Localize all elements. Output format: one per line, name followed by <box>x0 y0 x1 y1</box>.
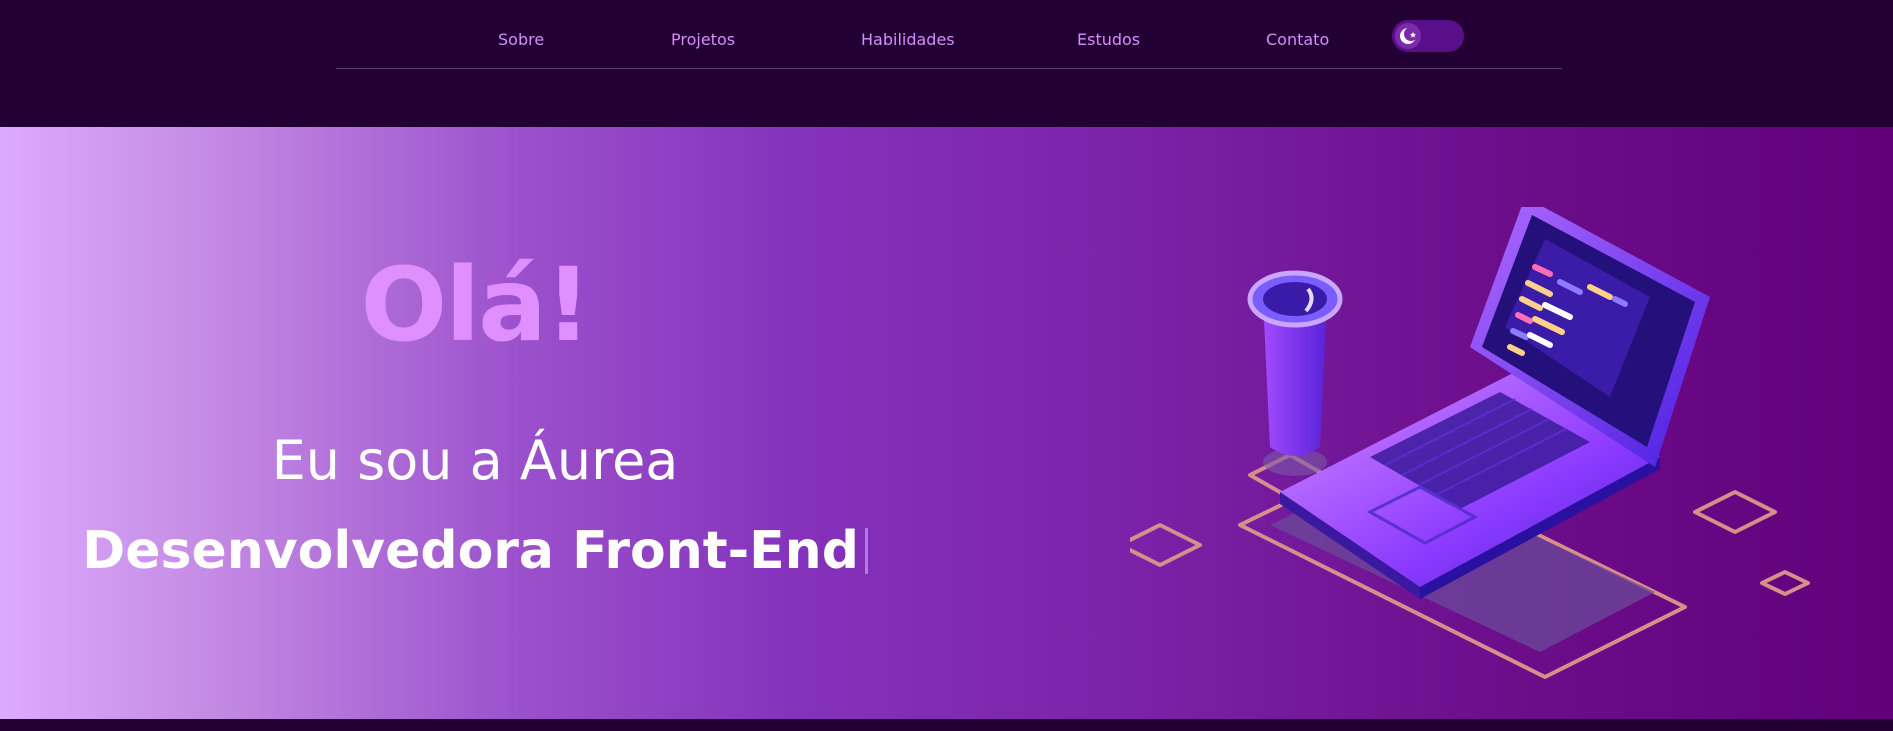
nav-link-projetos[interactable]: Projetos <box>671 30 735 49</box>
hero-role: Desenvolvedora Front-End <box>0 525 950 577</box>
header: Sobre Projetos Habilidades Estudos Conta… <box>0 0 1893 127</box>
nav-divider <box>336 68 1562 69</box>
hero-role-text: Desenvolvedora Front-End <box>82 521 859 581</box>
laptop-icon <box>1280 207 1710 599</box>
page-footer-edge <box>0 719 1893 731</box>
laptop-coffee-illustration <box>1130 207 1810 679</box>
main-nav: Sobre Projetos Habilidades Estudos Conta… <box>0 0 1893 70</box>
nav-link-contato[interactable]: Contato <box>1266 30 1329 49</box>
nav-link-estudos[interactable]: Estudos <box>1077 30 1140 49</box>
hero-greeting: Olá! <box>360 246 591 365</box>
nav-link-habilidades[interactable]: Habilidades <box>861 30 955 49</box>
typing-caret <box>864 528 868 574</box>
theme-toggle[interactable] <box>1392 20 1464 52</box>
hero-section: Olá! Eu sou a Áurea Desenvolvedora Front… <box>0 127 1893 719</box>
nav-link-sobre[interactable]: Sobre <box>498 30 544 49</box>
hero-intro: Eu sou a Áurea <box>271 429 679 492</box>
toggle-knob <box>1395 23 1421 49</box>
coffee-cup-icon <box>1247 270 1343 476</box>
moon-star-icon <box>1400 27 1418 44</box>
